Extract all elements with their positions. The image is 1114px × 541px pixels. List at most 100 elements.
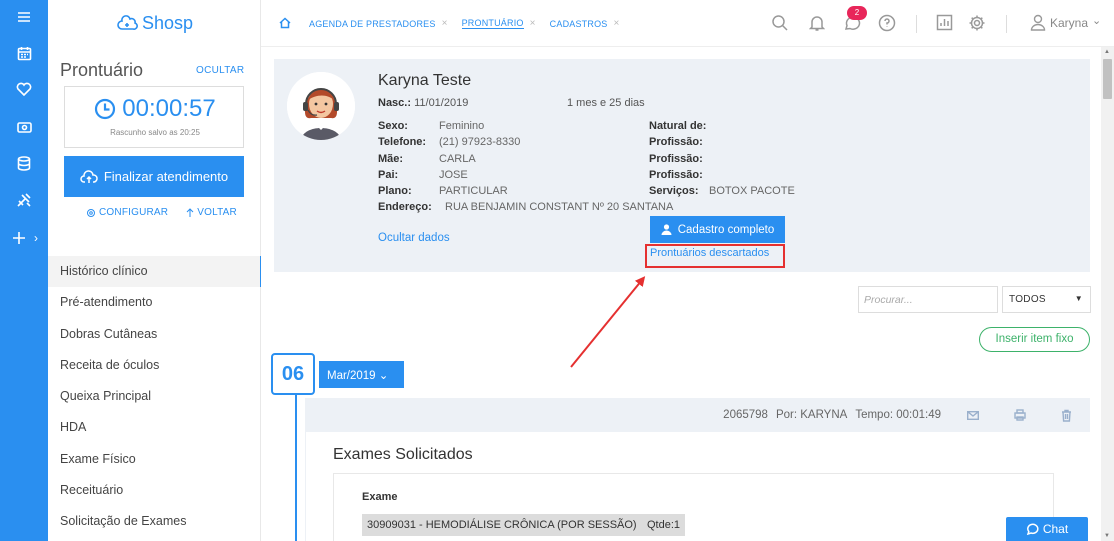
arrow-up-icon [186, 207, 194, 217]
patient-age: 1 mes e 25 dias [567, 97, 645, 109]
menu-item-historico-clinico[interactable]: Histórico clínico [48, 256, 262, 288]
close-icon[interactable]: × [530, 18, 536, 29]
hide-data-link[interactable]: Ocultar dados [378, 232, 450, 244]
field-value: JOSE [439, 168, 468, 181]
logo[interactable]: Shosp [48, 0, 261, 47]
menu-item-queixa-principal[interactable]: Queixa Principal [48, 381, 261, 412]
chat-icon [1026, 523, 1039, 535]
month-label: Mar/2019 [327, 370, 376, 382]
filter-select[interactable]: TODOS ▼ [1002, 286, 1091, 313]
field-value: (21) 97923-8330 [439, 136, 521, 149]
add-menu-toggle[interactable]: › [0, 223, 48, 253]
configure-link[interactable]: CONFIGURAR [86, 207, 168, 218]
menu-item-hda[interactable]: HDA [48, 412, 261, 443]
back-label: VOLTAR [197, 207, 237, 218]
record-menu: Histórico clínico Pré-atendimento Dobras… [48, 256, 262, 538]
full-record-button[interactable]: Cadastro completo [650, 216, 785, 243]
home-icon[interactable] [279, 17, 291, 32]
notification-badge: 2 [847, 6, 867, 20]
tab-cadastros[interactable]: CADASTROS × [550, 18, 620, 29]
calendar-icon[interactable] [0, 38, 48, 68]
user-icon [661, 224, 672, 235]
chat-button[interactable]: Chat [1006, 517, 1088, 541]
entry-header: 2065798 Por: KARYNA Tempo: 00:01:49 [723, 398, 1090, 432]
tools-icon[interactable] [0, 185, 48, 215]
search-input[interactable]: Procurar... [858, 286, 998, 313]
menu-item-receita-oculos[interactable]: Receita de óculos [48, 350, 261, 381]
tab-label: PRONTUÁRIO [461, 18, 524, 29]
tab-prontuario[interactable]: PRONTUÁRIO × [461, 18, 536, 29]
chevron-down-icon: ⌄ [378, 370, 389, 382]
configure-label: CONFIGURAR [99, 207, 169, 218]
field-row: Sexo: Feminino [378, 120, 673, 136]
field-label: Plano: [378, 185, 412, 198]
bell-icon[interactable] [808, 14, 826, 35]
timer: 00:00:57 [65, 95, 245, 123]
trash-icon[interactable] [1043, 409, 1090, 422]
menu-icon[interactable] [0, 2, 48, 32]
chat-label: Chat [1042, 522, 1069, 536]
field-label: Profissão: [649, 136, 703, 149]
money-icon[interactable] [0, 112, 48, 142]
tab-agenda-prestadores[interactable]: AGENDA DE PRESTADORES × [309, 18, 448, 29]
field-row: Profissão: [649, 169, 795, 185]
scroll-down-icon[interactable]: ▼ [1104, 533, 1110, 539]
field-label: Mãe: [378, 152, 404, 165]
field-label: Telefone: [378, 136, 427, 149]
hide-sidebar-link[interactable]: OCULTAR [196, 65, 244, 76]
help-icon[interactable] [878, 14, 896, 35]
field-row: Telefone: (21) 97923-8330 [378, 136, 673, 152]
search-icon[interactable] [771, 14, 789, 35]
sidebar: Shosp Prontuário OCULTAR 00:00:57 Rascun… [48, 0, 262, 541]
patient-fields-left: Sexo: Feminino Telefone: (21) 97923-8330 M… [378, 120, 673, 218]
user-menu[interactable]: Karyna ⌄ [1030, 14, 1101, 31]
birth-date: 11/01/2019 [414, 97, 469, 109]
scroll-thumb[interactable] [1103, 59, 1112, 99]
patient-avatar [287, 72, 355, 140]
birth-label: Nasc.: [378, 97, 412, 109]
scrollbar[interactable]: ▲ ▼ [1101, 47, 1114, 541]
close-icon[interactable]: × [442, 18, 448, 29]
field-label: Endereço: [378, 201, 432, 214]
field-value: RUA BENJAMIN CONSTANT Nº 20 SANTANA [445, 201, 674, 214]
discarded-records-link[interactable]: Prontuários descartados [645, 244, 785, 268]
field-row: Plano: PARTICULAR [378, 185, 673, 201]
exams-title: Exames Solicitados [333, 446, 473, 463]
gear-icon[interactable] [968, 14, 986, 35]
user-name: Karyna [1050, 15, 1089, 30]
back-link[interactable]: VOLTAR [186, 207, 237, 218]
field-row: Pai: JOSE [378, 169, 673, 185]
logo-icon [117, 14, 138, 30]
scroll-up-icon[interactable]: ▲ [1104, 49, 1110, 55]
menu-item-pre-atendimento[interactable]: Pré-atendimento [48, 287, 261, 318]
finish-attendance-button[interactable]: Finalizar atendimento [64, 156, 244, 197]
logo-text: Shosp [141, 13, 194, 33]
menu-item-dobras-cutaneas[interactable]: Dobras Cutâneas [48, 319, 261, 350]
sidebar-title: Prontuário [60, 60, 144, 80]
patient-birth: Nasc.: 11/01/2019 [378, 97, 468, 109]
field-row: Natural de: [649, 120, 795, 136]
heart-icon[interactable] [0, 74, 48, 104]
field-row: Profissão: [649, 153, 795, 169]
menu-item-solicitacao-exames[interactable]: Solicitação de Exames [48, 506, 261, 537]
insert-fixed-item-button[interactable]: Inserir item fixo [979, 327, 1090, 352]
print-icon[interactable] [996, 409, 1043, 421]
timeline-day: 06 [271, 353, 315, 395]
quantity-tag: Qtde:1 [642, 514, 686, 536]
field-value: Feminino [439, 120, 485, 132]
month-selector-button[interactable]: Mar/2019 ⌄ [319, 361, 404, 388]
field-value: CARLA [439, 152, 476, 165]
reports-icon[interactable] [936, 14, 953, 34]
plus-icon [13, 232, 25, 244]
topbar: AGENDA DE PRESTADORES × PRONTUÁRIO × CAD… [261, 0, 1114, 47]
database-icon[interactable] [0, 148, 48, 178]
entry-body: Exames Solicitados Exame 30909031 - HEMO… [305, 432, 1090, 541]
email-icon[interactable] [949, 410, 996, 420]
field-value: PARTICULAR [439, 185, 508, 198]
full-record-label: Cadastro completo [677, 223, 775, 236]
entry-id: 2065798 [723, 409, 768, 421]
menu-item-exame-fisico[interactable]: Exame Físico [48, 444, 261, 475]
close-icon[interactable]: × [613, 18, 619, 29]
menu-item-receituario[interactable]: Receituário [48, 475, 261, 506]
clock-icon [95, 98, 116, 120]
